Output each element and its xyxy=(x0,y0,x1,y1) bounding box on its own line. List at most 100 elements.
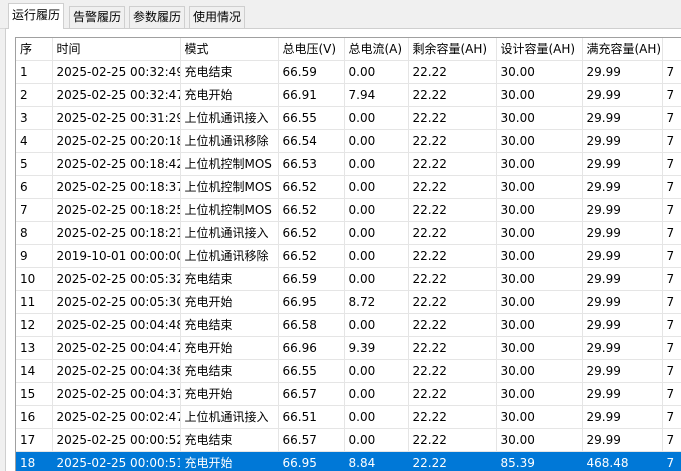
cell-mode: 上位机通讯接入 xyxy=(180,405,279,429)
table-row[interactable]: 13 2025-02-25 00:04:47 充电开始 66.96 9.39 22.22 3… xyxy=(16,336,681,360)
cell-full-capacity: 29.99 xyxy=(582,129,663,153)
cell-total-voltage: 66.54 xyxy=(278,129,345,153)
table-row[interactable]: 17 2025-02-25 00:00:52 充电结束 66.57 0.00 22.22 3… xyxy=(16,428,681,452)
cell-extra: 7 xyxy=(662,83,681,107)
cell-index: 3 xyxy=(16,106,53,130)
cell-time: 2025-02-25 00:18:37 xyxy=(52,175,181,199)
cell-design-capacity: 85.39 xyxy=(496,451,583,471)
table-row[interactable]: 18 2025-02-25 00:00:51 充电开始 66.95 8.84 22.22 8… xyxy=(16,451,681,471)
cell-total-voltage: 66.52 xyxy=(278,221,345,245)
cell-time: 2025-02-25 00:32:49 xyxy=(52,60,181,84)
column-header-time[interactable]: 时间 xyxy=(52,38,181,61)
cell-index: 4 xyxy=(16,129,53,153)
cell-index: 10 xyxy=(16,267,53,291)
cell-mode: 充电开始 xyxy=(180,336,279,360)
cell-mode: 充电结束 xyxy=(180,359,279,383)
column-header-total-current[interactable]: 总电流(A) xyxy=(344,38,409,61)
table-row[interactable]: 3 2025-02-25 00:31:29 上位机通讯接入 66.55 0.00 22.2… xyxy=(16,106,681,130)
table-row[interactable]: 10 2025-02-25 00:05:32 充电结束 66.59 0.00 22.22 3… xyxy=(16,267,681,291)
cell-design-capacity: 30.00 xyxy=(496,244,583,268)
table-row[interactable]: 2 2025-02-25 00:32:47 充电开始 66.91 7.94 22.22 30… xyxy=(16,83,681,107)
cell-remaining-capacity: 22.22 xyxy=(408,175,497,199)
cell-mode: 上位机通讯接入 xyxy=(180,221,279,245)
tab-usage[interactable]: 使用情况 xyxy=(189,6,246,28)
cell-total-current: 9.39 xyxy=(344,336,409,360)
cell-design-capacity: 30.00 xyxy=(496,83,583,107)
cell-design-capacity: 30.00 xyxy=(496,106,583,130)
table-row[interactable]: 9 2019-10-01 00:00:00 上位机通讯移除 66.52 0.00 22.2… xyxy=(16,244,681,268)
cell-extra: 7 xyxy=(662,267,681,291)
cell-full-capacity: 29.99 xyxy=(582,290,663,314)
table-row[interactable]: 15 2025-02-25 00:04:37 充电开始 66.57 0.00 22.22 3… xyxy=(16,382,681,406)
cell-full-capacity: 29.99 xyxy=(582,267,663,291)
cell-index: 14 xyxy=(16,359,53,383)
table-row[interactable]: 12 2025-02-25 00:04:48 充电结束 66.58 0.00 22.22 3… xyxy=(16,313,681,337)
tab-alarm-history[interactable]: 告警履历 xyxy=(69,6,126,28)
cell-index: 2 xyxy=(16,83,53,107)
cell-total-current: 0.00 xyxy=(344,313,409,337)
table-header-row: 序时间 模式 总电压(V) 总电流(A) 剩余容量(AH) 设计容量(AH) 满充容量(AH… xyxy=(16,38,681,61)
cell-time: 2025-02-25 00:00:52 xyxy=(52,428,181,452)
column-header-remaining-capacity[interactable]: 剩余容量(AH) xyxy=(408,38,497,61)
cell-remaining-capacity: 22.22 xyxy=(408,267,497,291)
tab-param-history[interactable]: 参数履历 xyxy=(129,6,186,28)
history-grid[interactable]: 序时间 模式 总电压(V) 总电流(A) 剩余容量(AH) 设计容量(AH) 满充容量(AH… xyxy=(15,37,681,471)
cell-total-voltage: 66.95 xyxy=(278,290,345,314)
table-row[interactable]: 16 2025-02-25 00:02:47 上位机通讯接入 66.51 0.00 22.… xyxy=(16,405,681,429)
cell-extra: 7 xyxy=(662,198,681,222)
cell-remaining-capacity: 22.22 xyxy=(408,428,497,452)
table-row[interactable]: 4 2025-02-25 00:20:18 上位机通讯移除 66.54 0.00 22.2… xyxy=(16,129,681,153)
table-row[interactable]: 7 2025-02-25 00:18:25 上位机控制MOS 66.52 0.00 22.… xyxy=(16,198,681,222)
cell-mode: 上位机控制MOS xyxy=(180,175,279,199)
cell-remaining-capacity: 22.22 xyxy=(408,198,497,222)
cell-mode: 充电结束 xyxy=(180,267,279,291)
cell-remaining-capacity: 22.22 xyxy=(408,106,497,130)
table-row[interactable]: 6 2025-02-25 00:18:37 上位机控制MOS 66.52 0.00 22.… xyxy=(16,175,681,199)
cell-time: 2025-02-25 00:20:18 xyxy=(52,129,181,153)
cell-full-capacity: 29.99 xyxy=(582,106,663,130)
cell-mode: 充电开始 xyxy=(180,451,279,471)
cell-extra: 7 xyxy=(662,221,681,245)
cell-time: 2025-02-25 00:31:29 xyxy=(52,106,181,130)
column-header-full-capacity[interactable]: 满充容量(AH) xyxy=(582,38,663,61)
cell-full-capacity: 29.99 xyxy=(582,221,663,245)
cell-time: 2025-02-25 00:05:32 xyxy=(52,267,181,291)
table-row[interactable]: 8 2025-02-25 00:18:21 上位机通讯接入 66.52 0.00 22.2… xyxy=(16,221,681,245)
cell-extra: 7 xyxy=(662,382,681,406)
cell-full-capacity: 29.99 xyxy=(582,313,663,337)
table-row[interactable]: 5 2025-02-25 00:18:42 上位机控制MOS 66.53 0.00 22.… xyxy=(16,152,681,176)
cell-remaining-capacity: 22.22 xyxy=(408,382,497,406)
column-header-total-voltage[interactable]: 总电压(V) xyxy=(278,38,345,61)
column-header-design-capacity[interactable]: 设计容量(AH) xyxy=(496,38,583,61)
history-table: 序时间 模式 总电压(V) 总电流(A) 剩余容量(AH) 设计容量(AH) 满充容量(AH… xyxy=(16,38,681,471)
column-header-index[interactable]: 序 xyxy=(16,38,53,61)
cell-time: 2025-02-25 00:04:48 xyxy=(52,313,181,337)
column-header-extra[interactable] xyxy=(662,38,681,61)
table-row[interactable]: 1 2025-02-25 00:32:49 充电结束 66.59 0.00 22.22 30… xyxy=(16,60,681,84)
cell-total-voltage: 66.55 xyxy=(278,106,345,130)
cell-index: 7 xyxy=(16,198,53,222)
cell-index: 9 xyxy=(16,244,53,268)
cell-full-capacity: 29.99 xyxy=(582,428,663,452)
cell-total-current: 0.00 xyxy=(344,175,409,199)
cell-design-capacity: 30.00 xyxy=(496,428,583,452)
cell-time: 2025-02-25 00:04:37 xyxy=(52,382,181,406)
column-header-mode[interactable]: 模式 xyxy=(180,38,279,61)
cell-mode: 上位机控制MOS xyxy=(180,152,279,176)
table-row[interactable]: 14 2025-02-25 00:04:38 充电结束 66.55 0.00 22.22 3… xyxy=(16,359,681,383)
cell-mode: 充电开始 xyxy=(180,83,279,107)
cell-remaining-capacity: 22.22 xyxy=(408,244,497,268)
tab-run-history[interactable]: 运行履历 xyxy=(8,3,65,29)
cell-index: 12 xyxy=(16,313,53,337)
cell-index: 18 xyxy=(16,451,53,471)
table-row[interactable]: 11 2025-02-25 00:05:30 充电开始 66.95 8.72 22.22 3… xyxy=(16,290,681,314)
cell-time: 2025-02-25 00:02:47 xyxy=(52,405,181,429)
tab-panel: 序时间 模式 总电压(V) 总电流(A) 剩余容量(AH) 设计容量(AH) 满充容量(AH… xyxy=(5,28,681,471)
cell-extra: 7 xyxy=(662,313,681,337)
cell-extra: 7 xyxy=(662,244,681,268)
cell-total-voltage: 66.55 xyxy=(278,359,345,383)
cell-extra: 7 xyxy=(662,106,681,130)
cell-time: 2025-02-25 00:00:51 xyxy=(52,451,181,471)
cell-design-capacity: 30.00 xyxy=(496,129,583,153)
cell-extra: 7 xyxy=(662,60,681,84)
